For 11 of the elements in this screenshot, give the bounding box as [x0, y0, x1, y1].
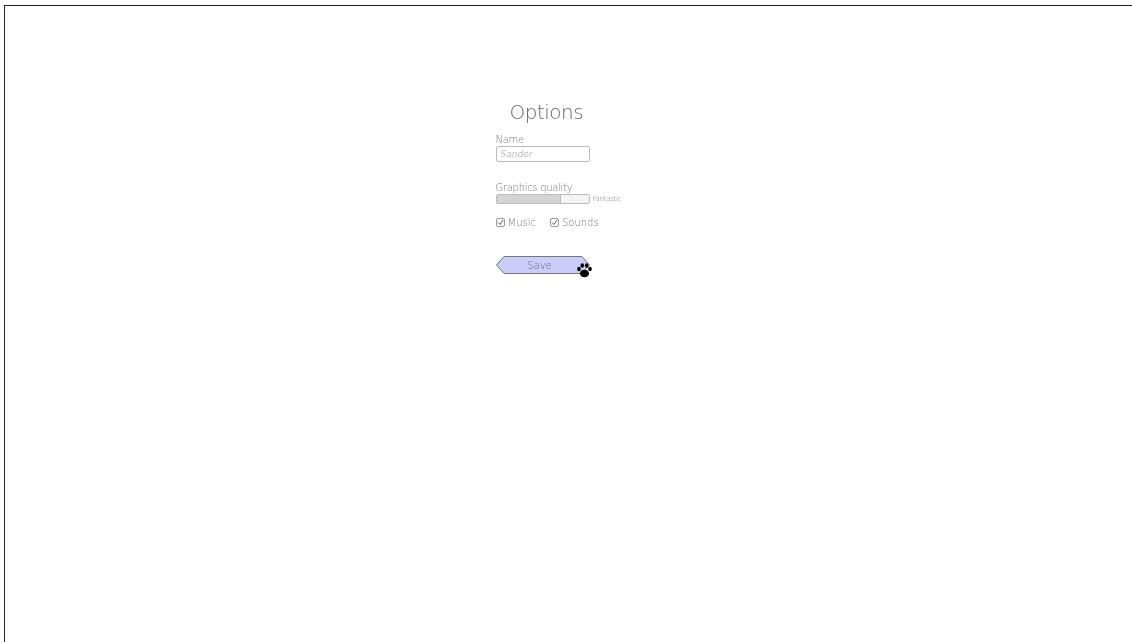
quality-slider[interactable]	[495, 194, 590, 204]
checkbox[interactable]	[549, 218, 559, 227]
save-button[interactable]: Save	[495, 256, 590, 274]
checkbox[interactable]	[495, 218, 505, 227]
checkbox-label: Sounds	[561, 217, 599, 228]
dialog-title: Options	[509, 100, 585, 124]
name-field[interactable]: Sander	[495, 146, 590, 162]
graphics-quality-label: Graphics quality	[495, 182, 573, 193]
name-label: Name	[495, 134, 524, 145]
paw-icon	[575, 262, 593, 279]
checkbox-label: Music	[507, 217, 536, 228]
